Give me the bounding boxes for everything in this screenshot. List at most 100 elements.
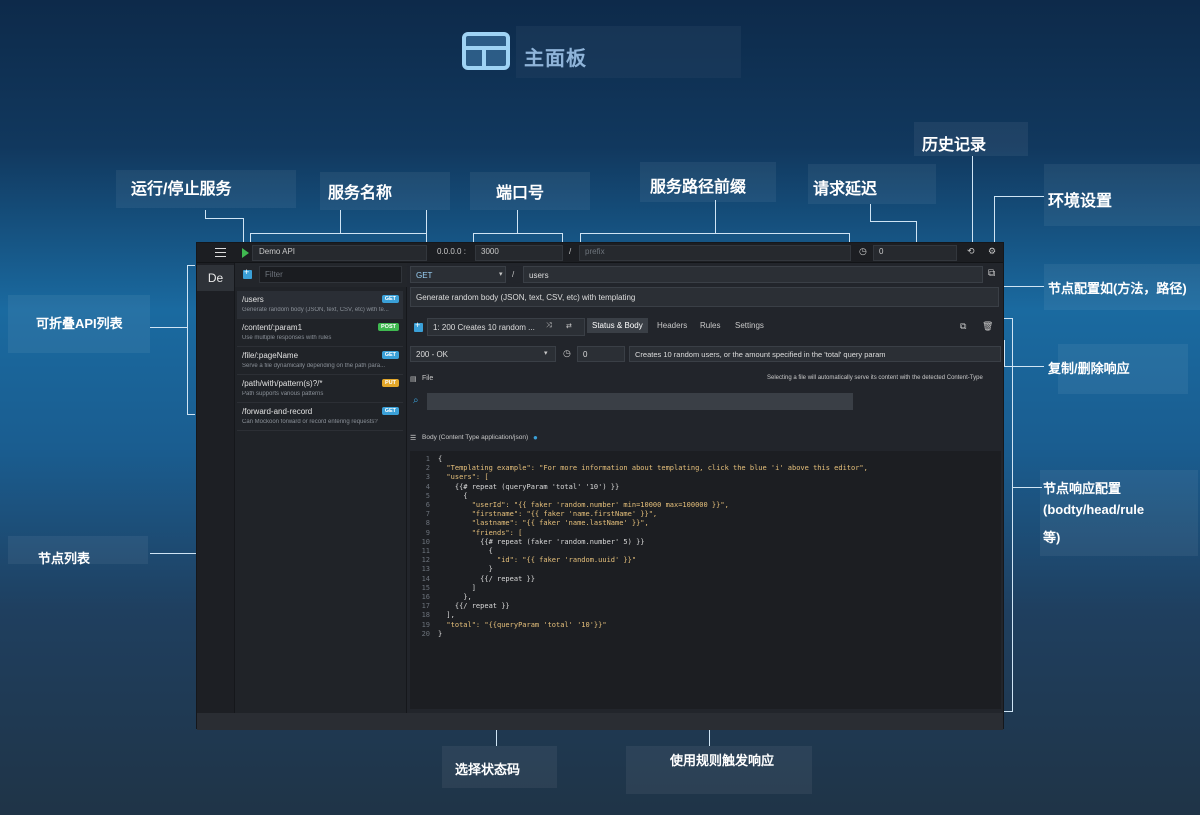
- external-link-icon[interactable]: ⧉: [988, 268, 995, 279]
- gear-icon[interactable]: ⚙: [988, 246, 996, 257]
- trash-icon[interactable]: 🗑: [982, 321, 993, 332]
- route-item[interactable]: /users Generate random body (JSON, text,…: [237, 291, 403, 319]
- annotation-collapsible-list: 可折叠API列表: [36, 316, 123, 331]
- route-desc: Can Mockoon forward or record entering r…: [242, 419, 378, 425]
- line-number: 6: [425, 501, 430, 509]
- prefix-input[interactable]: [579, 245, 851, 261]
- info-icon[interactable]: ●: [533, 433, 538, 442]
- connector-line: [243, 218, 244, 242]
- line-number: 2: [425, 464, 430, 473]
- route-item[interactable]: /content/:param1 Use multiple responses …: [237, 319, 403, 347]
- connector-line: [916, 221, 917, 242]
- environment-item[interactable]: De: [197, 265, 234, 291]
- annotation-response-config-1: 节点响应配置: [1043, 481, 1122, 496]
- status-select[interactable]: 200 - OK: [410, 346, 556, 362]
- code-text: {{# repeat (faker 'random.number' 5) }}: [438, 537, 645, 546]
- annotation-node-config: 节点配置如(方法，路径): [1048, 281, 1187, 296]
- route-desc: Generate random body (JSON, text, CSV, e…: [242, 307, 389, 313]
- connector-line: [473, 233, 474, 242]
- route-item[interactable]: /path/with/pattern(s)?/* Path supports v…: [237, 375, 403, 403]
- connector-line: [1004, 286, 1044, 287]
- line-number: 20: [421, 629, 430, 638]
- connector-line: [187, 414, 195, 415]
- connector-line: [340, 210, 341, 233]
- line-number: 10: [421, 537, 430, 546]
- annotation-rule-trigger: 使用规则触发响应: [670, 753, 775, 768]
- connector-line: [994, 196, 1044, 197]
- menu-icon[interactable]: [215, 248, 226, 257]
- connector-line: [870, 204, 871, 222]
- connector-line: [1012, 487, 1042, 488]
- host-label: 0.0.0.0 :: [437, 247, 466, 256]
- prefix-placeholder: prefix: [585, 247, 605, 256]
- code-text: {: [438, 455, 443, 463]
- history-icon[interactable]: ⟲: [967, 246, 975, 257]
- connector-line: [580, 233, 581, 242]
- add-route-icon[interactable]: [243, 267, 252, 279]
- play-icon[interactable]: [242, 248, 249, 258]
- connector-line: [849, 233, 850, 242]
- route-path: /users: [242, 295, 264, 304]
- code-text: "friends": [: [438, 528, 523, 537]
- route-description-input[interactable]: Generate random body (JSON, text, CSV, e…: [410, 287, 999, 307]
- latency-value: 0: [879, 247, 884, 256]
- method-badge: PUT: [382, 379, 399, 387]
- code-text: ],: [438, 611, 455, 620]
- response-latency-input[interactable]: 0: [577, 346, 625, 362]
- sequence-icon[interactable]: ⇄: [566, 322, 572, 330]
- response-select[interactable]: 1: 200 Creates 10 random ...: [427, 318, 585, 336]
- line-number: 5: [425, 491, 430, 500]
- code-editor[interactable]: 1 {2 "Templating example": "For more info…: [410, 451, 1001, 709]
- tab-settings[interactable]: Settings: [735, 321, 764, 330]
- code-text: {{# repeat (queryParam 'total' '10') }}: [438, 482, 620, 491]
- file-hint: Selecting a file will automatically serv…: [767, 375, 983, 381]
- tab-status-body[interactable]: Status & Body: [587, 318, 648, 333]
- code-text: {{/ repeat }}: [438, 574, 535, 583]
- connector-line: [250, 233, 427, 234]
- shuffle-icon[interactable]: ⤨: [546, 322, 552, 330]
- code-text: "total": "{{queryParam 'total' '10'}}": [438, 620, 607, 629]
- connector-line: [517, 210, 518, 233]
- line-number: 1: [425, 455, 430, 463]
- file-path-input[interactable]: [427, 393, 853, 410]
- line-number: 7: [425, 510, 430, 519]
- latency-input[interactable]: [873, 245, 957, 261]
- copy-icon[interactable]: ⧉: [960, 321, 966, 332]
- route-path-input[interactable]: users: [523, 266, 983, 283]
- line-number: 13: [421, 565, 430, 574]
- dashboard-icon: [462, 32, 510, 70]
- line-number: 19: [421, 620, 430, 629]
- annotation-run-stop: 运行/停止服务: [131, 181, 232, 198]
- file-browse-icon[interactable]: ⌕: [413, 395, 419, 406]
- route-item[interactable]: /forward-and-record Can Mockoon forward …: [237, 403, 403, 431]
- page-title: 主面板: [524, 48, 587, 70]
- code-text: },: [438, 593, 472, 601]
- code-text: }: [438, 629, 443, 638]
- add-response-icon[interactable]: [414, 320, 423, 332]
- chevron-down-icon: ▾: [544, 350, 548, 357]
- code-text: }: [438, 565, 493, 574]
- annotation-service-name: 服务名称: [328, 185, 393, 202]
- method-badge: POST: [378, 323, 399, 331]
- line-number: 4: [425, 482, 430, 491]
- method-select[interactable]: GET: [410, 266, 506, 283]
- code-text: ]: [438, 583, 476, 592]
- tab-headers[interactable]: Headers: [657, 321, 687, 330]
- connector-line: [205, 218, 244, 219]
- app-window: Demo API 0.0.0.0 : 3000 / prefix ◷ 0 ⟲ ⚙…: [196, 242, 1004, 730]
- connector-line: [994, 196, 995, 242]
- bottom-bar: [197, 713, 1003, 730]
- annotation-prefix: 服务路径前缀: [650, 179, 747, 196]
- code-text: {: [438, 491, 468, 500]
- filter-input[interactable]: Filter: [259, 266, 402, 283]
- annotation-latency: 请求延迟: [813, 181, 878, 198]
- tab-rules[interactable]: Rules: [700, 321, 720, 330]
- annotation-node-list: 节点列表: [38, 551, 91, 566]
- annotation-env-settings: 环境设置: [1048, 193, 1113, 210]
- line-number: 8: [425, 519, 430, 528]
- connector-line: [187, 265, 188, 415]
- response-description-input[interactable]: Creates 10 random users, or the amount s…: [629, 346, 1001, 362]
- connector-line: [250, 233, 251, 242]
- environment-rail: De: [197, 263, 235, 730]
- route-item[interactable]: /file/:pageName Serve a file dynamically…: [237, 347, 403, 375]
